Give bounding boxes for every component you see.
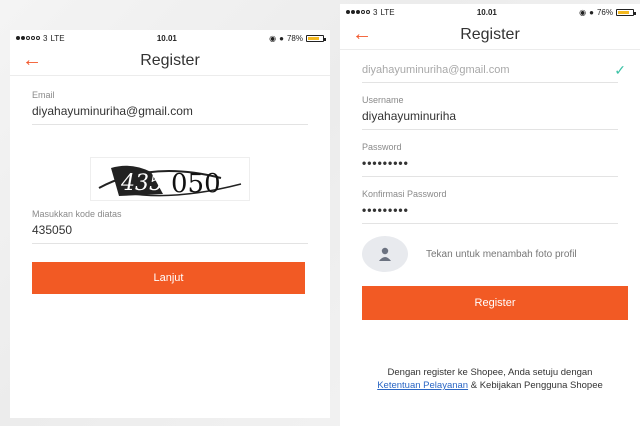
email-field: Email diyahayuminuriha@gmail.com (10, 90, 330, 125)
nav-bar: ← Register (10, 46, 330, 76)
email-field: diyahayuminuriha@gmail.com ✓ (340, 60, 640, 83)
battery-percent: 76% (596, 7, 613, 17)
terms-of-service-link[interactable]: Ketentuan Pelayanan (377, 380, 468, 391)
alarm-icon: ● (279, 33, 284, 43)
confirm-password-input[interactable]: ••••••••• (362, 199, 618, 224)
confirm-password-label: Konfirmasi Password (362, 189, 447, 199)
username-field: Username diyahayuminuriha (340, 95, 640, 130)
email-input[interactable]: diyahayuminuriha@gmail.com (362, 60, 618, 83)
username-input[interactable]: diyahayuminuriha (362, 105, 618, 130)
captcha-image: 435 050 (90, 157, 250, 201)
avatar[interactable] (362, 236, 408, 272)
svg-text:435: 435 (120, 171, 163, 196)
location-icon: ◉ (579, 7, 587, 17)
password-field: Password ••••••••• (340, 142, 640, 177)
password-input[interactable]: ••••••••• (362, 152, 618, 177)
profile-photo-row[interactable]: Tekan untuk menambah foto profil (340, 236, 640, 272)
battery-icon (306, 34, 326, 42)
terms-text: Dengan register ke Shopee, Anda setuju d… (340, 366, 640, 392)
nav-bar: ← Register (340, 20, 640, 50)
terms-line-2: Ketentuan Pelayanan & Kebijakan Pengguna… (340, 379, 640, 392)
back-arrow-icon[interactable]: ← (22, 50, 42, 70)
captcha-code-input[interactable]: 435050 (32, 219, 308, 244)
captcha-code-field: Masukkan kode diatas 435050 (10, 209, 330, 244)
username-label: Username (362, 95, 404, 105)
terms-line-1: Dengan register ke Shopee, Anda setuju d… (387, 367, 593, 378)
captcha-container: 435 050 (10, 157, 330, 201)
terms-line-2-rest: & Kebijakan Pengguna Shopee (470, 380, 603, 391)
signal-icon (346, 10, 370, 14)
battery-percent: 78% (286, 33, 303, 43)
back-arrow-icon[interactable]: ← (352, 24, 372, 44)
phone-screen-register: 3 LTE 10.01 ◉ ● 76% ← Register diyahayum… (340, 4, 640, 426)
location-icon: ◉ (269, 33, 277, 43)
status-bar: 3 LTE 10.01 ◉ ● 76% (340, 4, 640, 20)
email-input[interactable]: diyahayuminuriha@gmail.com (32, 100, 308, 125)
profile-photo-hint: Tekan untuk menambah foto profil (426, 248, 577, 260)
carrier-label: 3 (43, 33, 48, 43)
carrier-label: 3 (373, 7, 378, 17)
status-bar: 3 LTE 10.01 ◉ ● 78% (10, 30, 330, 46)
register-button[interactable]: Register (362, 286, 628, 320)
check-icon: ✓ (614, 62, 626, 78)
confirm-password-field: Konfirmasi Password ••••••••• (340, 189, 640, 224)
svg-text:050: 050 (171, 169, 221, 199)
password-label: Password (362, 142, 402, 152)
person-icon (379, 247, 391, 261)
clock: 10.01 (476, 7, 497, 17)
captcha-graphic: 435 050 (98, 165, 242, 199)
page-title: Register (460, 25, 520, 43)
page-title: Register (140, 51, 200, 69)
continue-button[interactable]: Lanjut (32, 262, 305, 294)
network-label: LTE (50, 33, 65, 43)
network-label: LTE (380, 7, 395, 17)
captcha-code-label: Masukkan kode diatas (32, 209, 122, 219)
alarm-icon: ● (589, 7, 594, 17)
battery-icon (616, 8, 636, 16)
email-label: Email (32, 90, 55, 100)
clock: 10.01 (156, 33, 177, 43)
phone-screen-captcha: 3 LTE 10.01 ◉ ● 78% ← Register Email diy… (10, 30, 330, 418)
signal-icon (16, 36, 40, 40)
